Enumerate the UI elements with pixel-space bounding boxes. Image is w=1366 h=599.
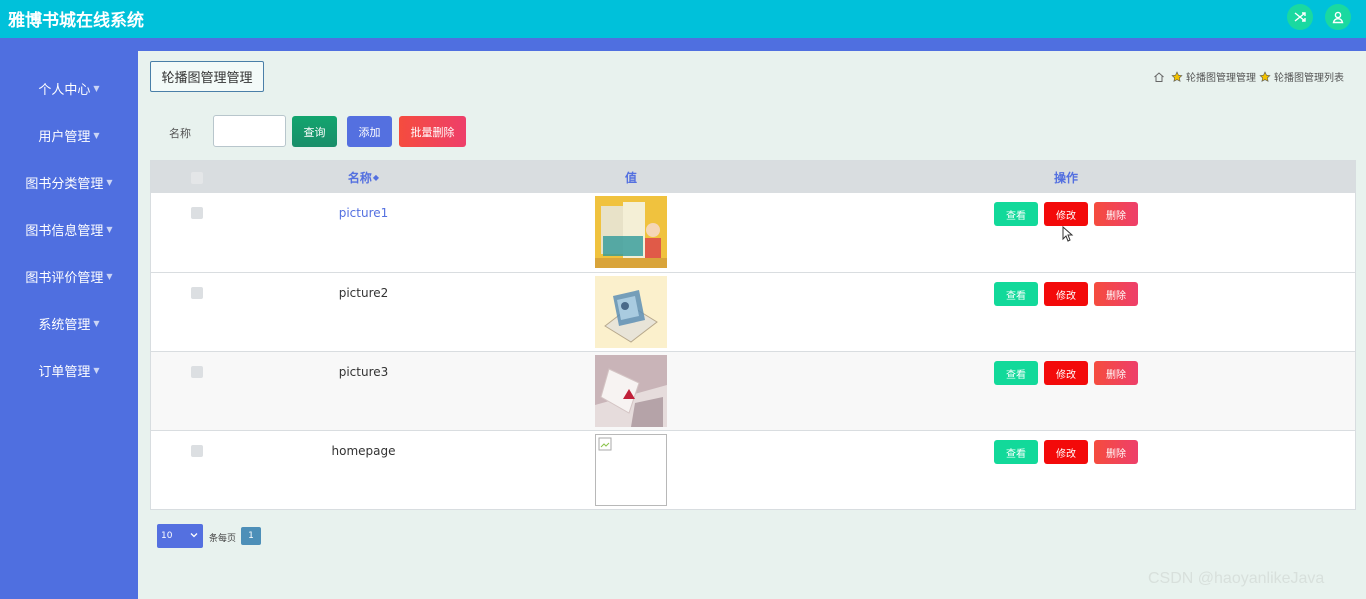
column-header-name[interactable]: 名称 ◆ <box>241 161 486 193</box>
sidebar-item-label: 图书分类管理 <box>25 176 104 192</box>
edit-button[interactable]: 修改 <box>1044 282 1088 306</box>
add-button[interactable]: 添加 <box>347 116 392 147</box>
data-table: 名称 ◆ 值 操作 picture1 查看 修改 删除 picture2 查看 … <box>150 160 1356 510</box>
delete-button[interactable]: 删除 <box>1094 440 1138 464</box>
row-image-picture2 <box>595 276 667 348</box>
sidebar-item-book-info[interactable]: 图书信息管理 ▼ <box>0 214 138 244</box>
app-title: 雅博书城在线系统 <box>8 11 144 31</box>
view-button[interactable]: 查看 <box>994 440 1038 464</box>
table-row: homepage 查看 修改 删除 <box>151 430 1355 509</box>
row-checkbox[interactable] <box>191 207 203 219</box>
delete-button[interactable]: 删除 <box>1094 282 1138 306</box>
table-row: picture3 查看 修改 删除 <box>151 351 1355 430</box>
row-checkbox[interactable] <box>191 287 203 299</box>
sub-bar <box>0 38 1366 51</box>
chevron-down-icon: ▼ <box>106 271 113 281</box>
sidebar-item-label: 系统管理 <box>38 317 91 333</box>
sidebar-item-label: 图书评价管理 <box>25 270 104 286</box>
chevron-down-icon: ▼ <box>106 224 113 234</box>
edit-button[interactable]: 修改 <box>1044 440 1088 464</box>
page-title: 轮播图管理管理 <box>150 61 264 92</box>
column-header-actions: 操作 <box>1053 170 1078 185</box>
sidebar-item-label: 订单管理 <box>38 364 91 380</box>
home-icon[interactable] <box>1153 71 1165 83</box>
broken-image-icon <box>598 437 612 451</box>
row-name: picture1 <box>338 206 389 220</box>
sidebar-item-book-review[interactable]: 图书评价管理 ▼ <box>0 261 138 291</box>
breadcrumb-item: 轮播图管理列表 <box>1274 73 1344 84</box>
row-image-picture3 <box>595 355 667 427</box>
row-image-picture1 <box>595 196 667 268</box>
chevron-down-icon <box>190 533 198 538</box>
chevron-down-icon: ▼ <box>106 177 113 187</box>
row-name: homepage <box>331 444 396 458</box>
row-name: picture3 <box>338 365 389 379</box>
table-row: picture1 查看 修改 删除 <box>151 193 1355 272</box>
search-label: 名称 <box>169 127 191 140</box>
user-icon[interactable] <box>1325 4 1351 30</box>
top-bar: 雅博书城在线系统 <box>0 0 1366 38</box>
view-button[interactable]: 查看 <box>994 361 1038 385</box>
table-row: picture2 查看 修改 删除 <box>151 272 1355 351</box>
breadcrumb: 轮播图管理管理 轮播图管理列表 <box>1150 69 1344 84</box>
breadcrumb-item[interactable]: 轮播图管理管理 <box>1186 69 1256 84</box>
sort-icon[interactable]: ◆ <box>373 173 379 182</box>
delete-button[interactable]: 删除 <box>1094 202 1138 226</box>
edit-button[interactable]: 修改 <box>1044 202 1088 226</box>
per-page-label: 条每页 <box>209 534 237 544</box>
mouse-cursor-icon <box>1062 226 1074 242</box>
sidebar-item-book-category[interactable]: 图书分类管理 ▼ <box>0 167 138 197</box>
sidebar-item-system[interactable]: 系统管理 ▼ <box>0 308 138 338</box>
batch-delete-button[interactable]: 批量删除 <box>399 116 466 147</box>
view-button[interactable]: 查看 <box>994 202 1038 226</box>
column-header-value: 值 <box>624 170 637 185</box>
select-all-checkbox[interactable] <box>191 172 203 184</box>
table-header: 名称 ◆ 值 操作 <box>151 161 1355 193</box>
shuffle-icon[interactable] <box>1287 4 1313 30</box>
chevron-down-icon: ▼ <box>93 318 100 328</box>
watermark: CSDN @haoyanlikeJava <box>1148 570 1325 587</box>
row-name: picture2 <box>338 286 389 300</box>
page-number[interactable]: 1 <box>241 527 261 545</box>
sidebar-item-orders[interactable]: 订单管理 ▼ <box>0 355 138 385</box>
delete-button[interactable]: 删除 <box>1094 361 1138 385</box>
chevron-down-icon: ▼ <box>93 83 100 93</box>
page-size-value: 10 <box>161 531 173 541</box>
chevron-down-icon: ▼ <box>93 365 100 375</box>
column-header-label: 名称 <box>347 170 372 185</box>
star-icon <box>1171 70 1183 83</box>
edit-button[interactable]: 修改 <box>1044 361 1088 385</box>
sidebar-item-label: 图书信息管理 <box>25 223 104 239</box>
row-checkbox[interactable] <box>191 366 203 378</box>
chevron-down-icon: ▼ <box>93 130 100 140</box>
search-input[interactable] <box>213 115 286 147</box>
sidebar-item-user-management[interactable]: 用户管理 ▼ <box>0 120 138 150</box>
sidebar-item-label: 个人中心 <box>38 82 91 98</box>
row-checkbox[interactable] <box>191 445 203 457</box>
sidebar: 个人中心 ▼ 用户管理 ▼ 图书分类管理 ▼ 图书信息管理 ▼ 图书评价管理 ▼ 系统管理… <box>0 51 138 599</box>
row-image-broken <box>595 434 667 506</box>
star-icon <box>1259 70 1271 83</box>
view-button[interactable]: 查看 <box>994 282 1038 306</box>
sidebar-item-personal-center[interactable]: 个人中心 ▼ <box>0 73 138 103</box>
page-size-select[interactable]: 10 <box>157 524 203 548</box>
query-button[interactable]: 查询 <box>292 116 337 147</box>
sidebar-item-label: 用户管理 <box>38 129 91 145</box>
